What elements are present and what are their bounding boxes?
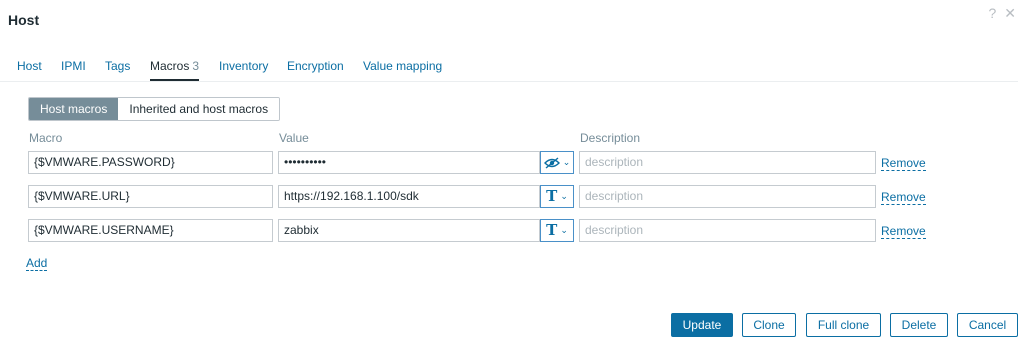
text-type-icon: T (546, 187, 558, 205)
macro-description-input[interactable]: description (579, 151, 876, 174)
tab-macros-count: 3 (192, 59, 200, 73)
macro-value-input[interactable]: •••••••••• (278, 151, 540, 174)
column-header-value: Value (279, 131, 309, 145)
macro-name-input[interactable]: {$VMWARE.PASSWORD} (28, 151, 273, 174)
add-macro-link[interactable]: Add (26, 257, 48, 271)
tab-macros[interactable]: Macros 3 (150, 59, 200, 81)
macro-type-selector[interactable]: T ⌄ (540, 219, 574, 242)
update-button[interactable]: Update (671, 313, 733, 337)
tab-inventory[interactable]: Inventory (219, 59, 268, 73)
macro-view-switch: Host macros Inherited and host macros (28, 97, 281, 121)
eye-slash-icon (543, 156, 560, 169)
column-header-description: Description (580, 131, 641, 145)
tab-host[interactable]: Host (17, 59, 42, 73)
close-icon[interactable]: ✕ (1004, 5, 1016, 22)
dialog-header-icons: ? ✕ (988, 5, 1016, 22)
remove-macro-link[interactable]: Remove (881, 157, 926, 171)
tab-macros-label: Macros (150, 59, 190, 73)
clone-button[interactable]: Clone (742, 313, 796, 337)
tab-bar: Host IPMI Tags Macros 3 Inventory Encrypt… (0, 56, 1018, 82)
macro-description-input[interactable]: description (579, 219, 876, 242)
tab-value-mapping[interactable]: Value mapping (363, 59, 442, 73)
chevron-down-icon: ⌄ (562, 157, 571, 167)
tab-tags[interactable]: Tags (105, 59, 130, 73)
macro-type-selector[interactable]: ⌄ (540, 151, 574, 174)
dialog-title: Host (8, 12, 40, 28)
text-type-icon: T (546, 221, 558, 239)
host-macros-button[interactable]: Host macros (29, 98, 119, 120)
chevron-down-icon: ⌄ (560, 225, 568, 235)
column-header-macro: Macro (29, 131, 63, 145)
chevron-down-icon: ⌄ (560, 191, 568, 201)
help-icon[interactable]: ? (988, 5, 996, 22)
tab-encryption[interactable]: Encryption (287, 59, 344, 73)
delete-button[interactable]: Delete (890, 313, 948, 337)
macro-value-input[interactable]: zabbix (278, 219, 540, 242)
macro-description-input[interactable]: description (579, 185, 876, 208)
remove-macro-link[interactable]: Remove (881, 225, 926, 239)
tab-ipmi[interactable]: IPMI (61, 59, 86, 73)
full-clone-button[interactable]: Full clone (806, 313, 881, 337)
inherited-macros-button[interactable]: Inherited and host macros (118, 98, 280, 120)
cancel-button[interactable]: Cancel (957, 313, 1018, 337)
macro-value-input[interactable]: https://192.168.1.100/sdk (278, 185, 540, 208)
remove-macro-link[interactable]: Remove (881, 191, 926, 205)
macro-name-input[interactable]: {$VMWARE.USERNAME} (28, 219, 273, 242)
macro-name-input[interactable]: {$VMWARE.URL} (28, 185, 273, 208)
macro-type-selector[interactable]: T ⌄ (540, 185, 574, 208)
